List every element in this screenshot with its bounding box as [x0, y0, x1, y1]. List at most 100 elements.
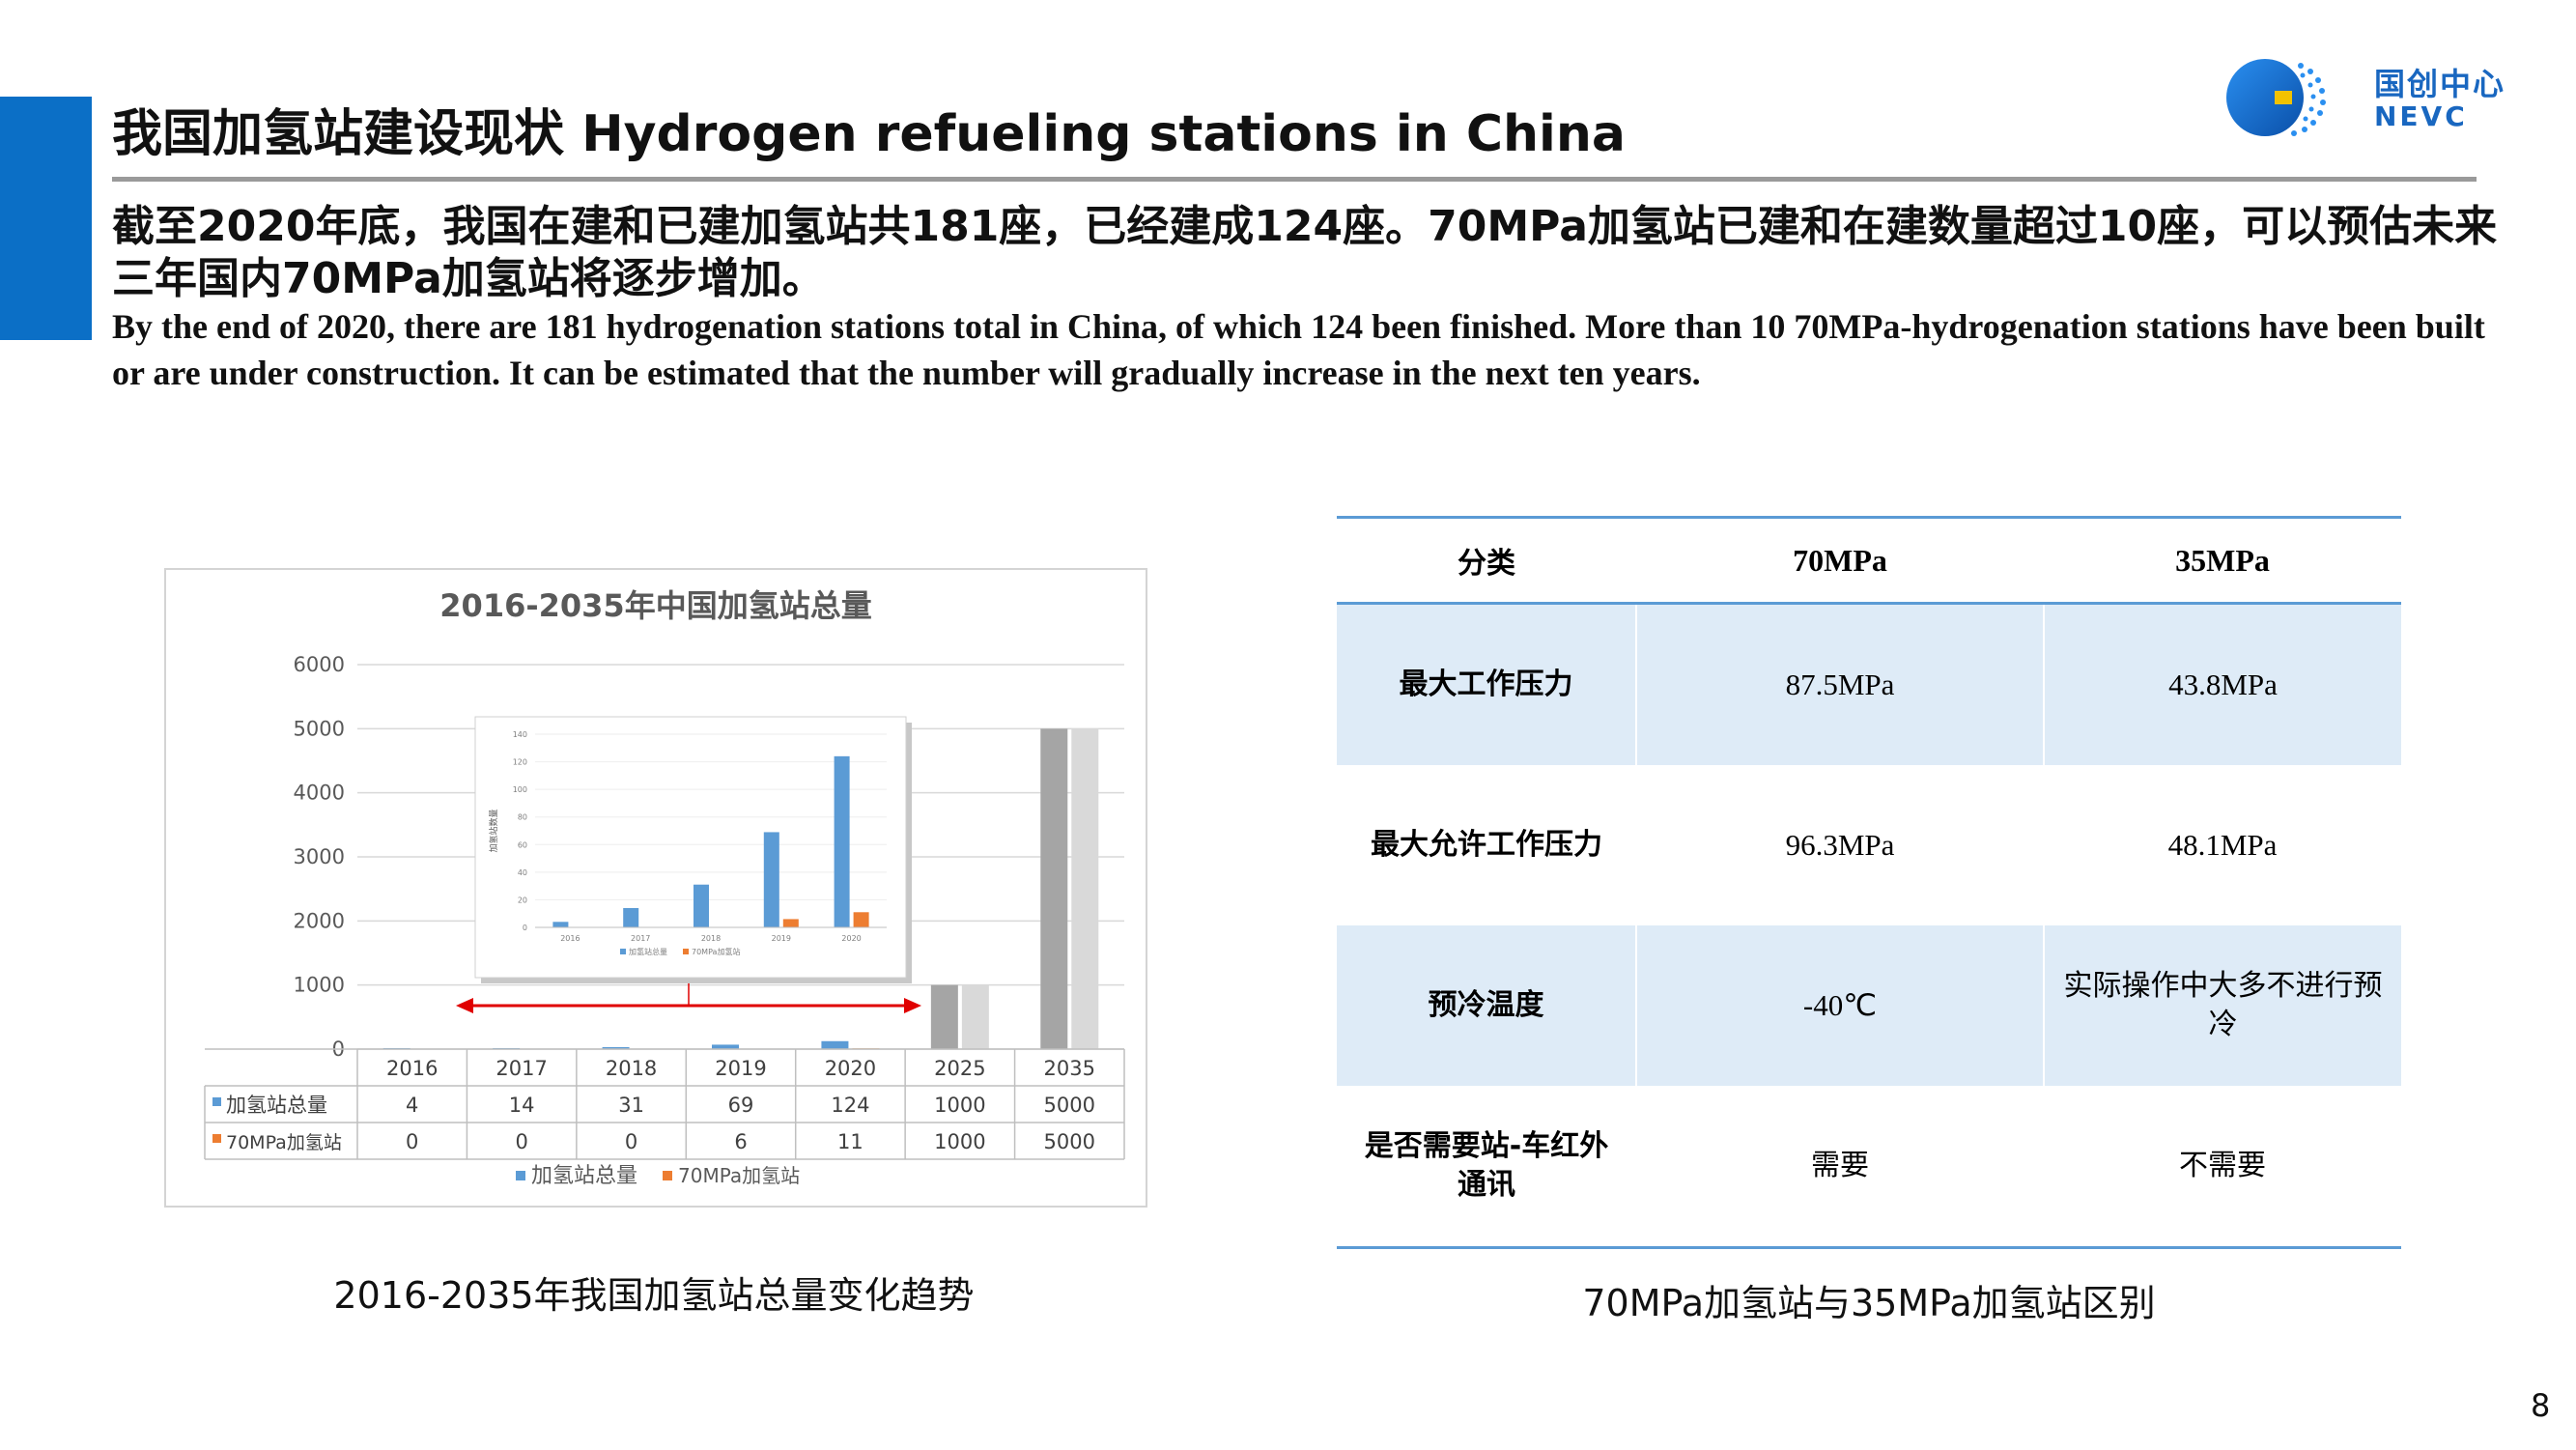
- y-tick-label: 6000: [294, 653, 345, 676]
- table-caption: 70MPa加氢站与35MPa加氢站区别: [1582, 1282, 2156, 1324]
- inset-legend-key-total: [620, 949, 626, 954]
- chart-canvas: 2016-2035年中国加氢站总量01000200030004000500060…: [204, 587, 1125, 1188]
- inset-legend-key-70mpa: [683, 949, 689, 954]
- title-divider: [112, 177, 2477, 182]
- inset-y-axis-label: 加氢站数量: [488, 809, 499, 852]
- data-label-70mpa: 6: [734, 1130, 747, 1153]
- legend-label: 加氢站总量: [531, 1164, 637, 1188]
- legend-key-70mpa: [212, 1134, 221, 1143]
- header-category: 分类: [1337, 516, 1636, 605]
- data-label-70mpa: 0: [515, 1130, 527, 1153]
- inset-y-tick-label: 40: [518, 868, 527, 877]
- logo-text-en: NEVC: [2374, 100, 2468, 132]
- row-label: 最大允许工作压力: [1371, 828, 1602, 862]
- legend-key-70mpa: [663, 1171, 672, 1180]
- y-tick-label: 3000: [294, 845, 345, 868]
- station-count-chart: 2016-2035年中国加氢站总量 0 1000 2000 3000 4000 5000 60…: [164, 568, 1147, 1208]
- inset-bar-total: [552, 922, 569, 927]
- table-header-row: 分类 70MPa 35MPa: [1337, 516, 2401, 605]
- inset-bar-total: [834, 755, 850, 927]
- chart-title: 2016-2035年中国加氢站总量: [439, 587, 871, 624]
- legend-label: 70MPa加氢站: [678, 1164, 800, 1187]
- x-tick-label: 2018: [606, 1057, 657, 1080]
- x-tick-label: 2020: [825, 1057, 876, 1080]
- data-label-70mpa: 0: [625, 1130, 637, 1153]
- y-tick-label: 2000: [294, 909, 345, 932]
- x-tick-label: 2025: [934, 1057, 985, 1080]
- inset-y-tick-label: 140: [513, 730, 527, 739]
- x-tick-label: 2019: [715, 1057, 766, 1080]
- summary-chinese: 截至2020年底，我国在建和已建加氢站共181座，已经建成124座。70MPa加…: [112, 202, 2498, 303]
- inset-x-tick-label: 2019: [772, 934, 791, 943]
- inset-bar-total: [623, 908, 639, 927]
- inset-legend-label: 70MPa加氢站: [692, 947, 740, 956]
- inset-y-tick-label: 100: [513, 785, 527, 794]
- cell-35mpa: 不需要: [2044, 1086, 2401, 1249]
- data-label-total: 4: [406, 1094, 418, 1117]
- y-tick-label: 4000: [294, 782, 345, 805]
- y-tick-label: 5000: [294, 717, 345, 740]
- chart-caption: 2016-2035年我国加氢站总量变化趋势: [333, 1274, 975, 1317]
- inset-bar-total: [694, 884, 709, 927]
- y-tick-label: 1000: [294, 974, 345, 997]
- row-label: 是否需要站-车红外通讯: [1337, 1086, 1636, 1249]
- inset-y-tick-label: 120: [513, 758, 527, 767]
- accent-bar: [0, 97, 92, 340]
- header-35mpa: 35MPa: [2044, 516, 2401, 605]
- cell-35mpa: 实际操作中大多不进行预冷: [2043, 925, 2401, 1086]
- cell-70mpa: 87.5MPa: [1635, 603, 2044, 765]
- x-tick-label: 2017: [495, 1057, 547, 1080]
- comparison-table: 分类 70MPa 35MPa 最大工作压力 87.5MPa 43.8MPa 最大…: [1337, 516, 2401, 1249]
- inset-x-tick-label: 2020: [841, 934, 861, 943]
- legend-key-total: [212, 1097, 221, 1106]
- data-label-total: 14: [509, 1094, 535, 1117]
- bar-total: [1040, 728, 1068, 1049]
- inset-y-tick-label: 20: [518, 896, 527, 904]
- page-number: 8: [2531, 1387, 2551, 1424]
- bar-total: [821, 1040, 849, 1049]
- data-label-total: 31: [618, 1094, 644, 1117]
- logo-text-cn: 国创中心: [2374, 66, 2506, 102]
- row-label: 最大工作压力: [1337, 603, 1636, 765]
- inset-x-tick-label: 2017: [631, 934, 650, 943]
- inset-y-tick-label: 60: [518, 840, 527, 849]
- cell-70mpa: 96.3MPa: [1785, 828, 1895, 862]
- inset-bar-70mpa: [853, 912, 869, 927]
- table-series-label: 加氢站总量: [226, 1094, 327, 1117]
- table-row: 最大工作压力 87.5MPa 43.8MPa: [1337, 603, 2401, 765]
- inset-legend-label: 加氢站总量: [629, 947, 667, 956]
- legend-key-total: [516, 1171, 525, 1180]
- cell-70mpa: -40℃: [1635, 925, 2044, 1086]
- table-row: 预冷温度 -40℃ 实际操作中大多不进行预冷: [1337, 925, 2401, 1086]
- summary-english: By the end of 2020, there are 181 hydrog…: [112, 307, 2485, 392]
- row-label: 预冷温度: [1337, 925, 1636, 1086]
- data-label-total: 5000: [1044, 1094, 1095, 1117]
- data-label-total: 69: [728, 1094, 754, 1117]
- x-tick-label: 2016: [386, 1057, 438, 1080]
- bar-70mpa: [1071, 728, 1099, 1049]
- x-tick-label: 2035: [1044, 1057, 1095, 1080]
- cell-70mpa: 需要: [1636, 1086, 2044, 1249]
- data-label-70mpa: 11: [837, 1130, 863, 1153]
- page-title: 我国加氢站建设现状 Hydrogen refueling stations in…: [112, 105, 1626, 163]
- arrow-head-right: [904, 998, 921, 1013]
- cell-35mpa: 43.8MPa: [2043, 603, 2401, 765]
- bar-total: [930, 984, 958, 1049]
- cell-35mpa: 48.1MPa: [2167, 828, 2278, 862]
- data-label-70mpa: 1000: [934, 1130, 985, 1153]
- inset-bar-70mpa: [782, 919, 799, 927]
- table-row: 是否需要站-车红外通讯 需要 不需要: [1337, 1086, 2401, 1249]
- data-label-total: 124: [831, 1094, 869, 1117]
- inset-y-tick-label: 80: [518, 813, 527, 822]
- arrow-head-left: [456, 998, 473, 1013]
- data-label-total: 1000: [934, 1094, 985, 1117]
- table-series-label: 70MPa加氢站: [226, 1132, 342, 1153]
- header-70mpa: 70MPa: [1636, 516, 2044, 605]
- bar-70mpa: [961, 984, 989, 1049]
- table-row: 最大允许工作压力 96.3MPa 48.1MPa: [1337, 765, 2401, 925]
- data-label-70mpa: 5000: [1044, 1130, 1095, 1153]
- inset-x-tick-label: 2018: [701, 934, 721, 943]
- data-label-70mpa: 0: [406, 1130, 418, 1153]
- inset-x-tick-label: 2016: [560, 934, 580, 943]
- inset-y-tick-label: 0: [523, 924, 527, 932]
